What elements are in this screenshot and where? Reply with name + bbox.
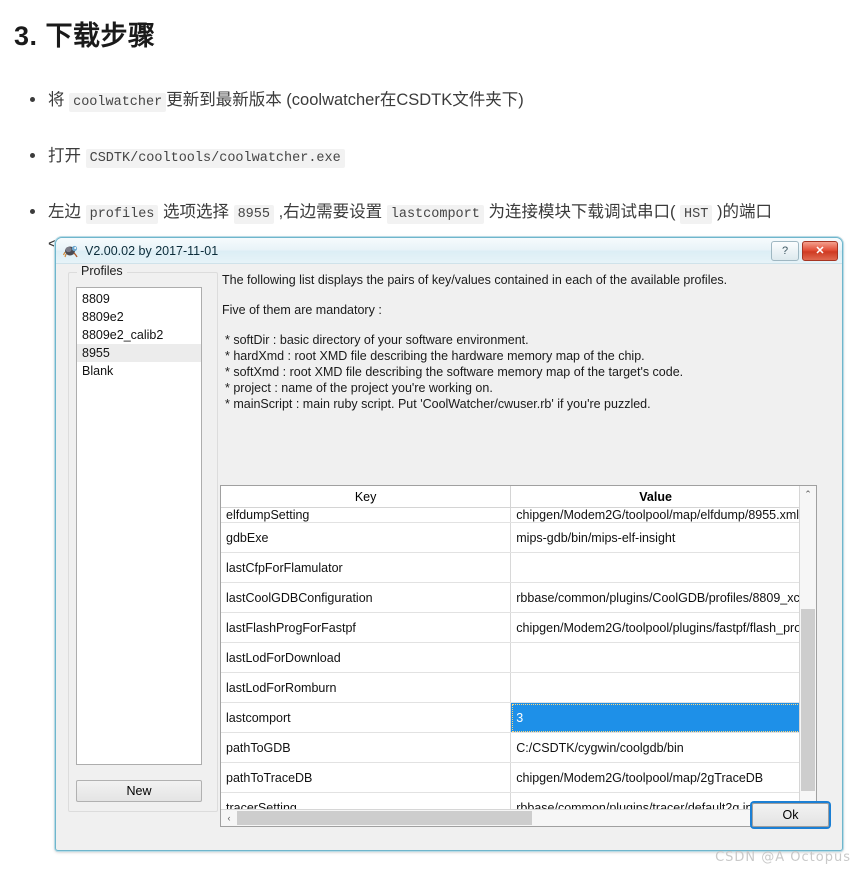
table-cell-key[interactable]: lastLodForRomburn <box>221 672 512 703</box>
bullet-text-mid4: )的端口 <box>712 203 772 221</box>
coolwatcher-dialog: V2.00.02 by 2017-11-01 ? ✕ Profiles 8809… <box>55 237 843 851</box>
page-title: 3. 下载步骤 <box>14 21 156 51</box>
table-row[interactable]: lastFlashProgForFastpf chipgen/Modem2G/to… <box>221 612 801 643</box>
table-cell-key[interactable]: pathToTraceDB <box>221 762 512 793</box>
table-cell-value[interactable]: mips-gdb/bin/mips-elf-insight <box>510 522 801 553</box>
description-line-1: The following list displays the pairs of… <box>222 273 728 287</box>
profile-item-8809e2-calib2[interactable]: 8809e2_calib2 <box>77 326 201 344</box>
table-cell-key[interactable]: lastcomport <box>221 702 512 733</box>
profiles-groupbox: Profiles 8809 8809e2 8809e2_calib2 8955 … <box>68 264 218 812</box>
profiles-legend: Profiles <box>77 264 127 278</box>
help-button[interactable]: ? <box>771 240 799 261</box>
table-row[interactable]: elfdumpSetting chipgen/Modem2G/toolpool/m… <box>221 507 801 523</box>
profile-item-8955[interactable]: 8955 <box>77 344 201 362</box>
close-icon[interactable]: ✕ <box>802 240 838 261</box>
profiles-listbox[interactable]: 8809 8809e2 8809e2_calib2 8955 Blank <box>76 287 202 765</box>
mandatory-item-softdir: * softDir : basic directory of your soft… <box>225 333 529 347</box>
column-header-key[interactable]: Key <box>221 486 512 508</box>
table-row[interactable]: pathToTraceDB chipgen/Modem2G/toolpool/ma… <box>221 762 801 793</box>
inline-code-coolwatcher: coolwatcher <box>69 93 167 112</box>
table-row[interactable]: pathToGDB C:/CSDTK/cygwin/coolgdb/bin <box>221 732 801 763</box>
table-cell-key[interactable]: gdbExe <box>221 522 512 553</box>
table-cell-value[interactable]: chipgen/Modem2G/toolpool/map/elfdump/895… <box>510 507 801 523</box>
table-cell-key[interactable]: lastFlashProgForFastpf <box>221 612 512 643</box>
table-cell-value[interactable]: chipgen/Modem2G/toolpool/map/2gTraceDB <box>510 762 801 793</box>
description-panel: The following list displays the pairs of… <box>222 272 817 412</box>
table-header-row: Key Value <box>221 486 801 508</box>
list-item: 打开 CSDTK/cooltools/coolwatcher.exe <box>30 143 845 172</box>
table-row[interactable]: gdbExe mips-gdb/bin/mips-elf-insight <box>221 522 801 553</box>
table-cell-value[interactable] <box>510 642 801 673</box>
steps-list: 将 coolwatcher 更新到最新版本 (coolwatcher在CSDTK文… <box>14 87 845 257</box>
table-vertical-scrollbar[interactable]: ⌃ ⌄ <box>799 486 816 812</box>
profile-item-8809e2[interactable]: 8809e2 <box>77 308 201 326</box>
table-row[interactable]: lastcomport 3 <box>221 702 801 733</box>
new-profile-button[interactable]: New <box>76 780 202 802</box>
table-row[interactable]: lastCfpForFlamulator <box>221 552 801 583</box>
bullet-text-mid1: 选项选择 <box>158 203 234 221</box>
dialog-titlebar[interactable]: V2.00.02 by 2017-11-01 ? ✕ <box>56 238 842 264</box>
dialog-body: Profiles 8809 8809e2 8809e2_calib2 8955 … <box>56 264 842 849</box>
vertical-scroll-thumb[interactable] <box>801 609 815 791</box>
window-controls: ? ✕ <box>771 240 838 261</box>
table-cell-value[interactable]: 3 <box>510 702 801 733</box>
app-bug-icon <box>62 243 79 259</box>
bullet-text-pre: 打开 <box>48 147 86 165</box>
column-header-value[interactable]: Value <box>510 486 801 508</box>
inline-code-profiles: profiles <box>85 205 159 224</box>
bullet-text-pre: 左边 <box>48 203 86 221</box>
mandatory-item-hardxmd: * hardXmd : root XMD file describing the… <box>225 349 645 363</box>
table-cell-key[interactable]: lastCoolGDBConfiguration <box>221 582 512 613</box>
table-cell-value[interactable] <box>510 552 801 583</box>
inline-code-hst: HST <box>680 205 713 224</box>
profile-item-8809[interactable]: 8809 <box>77 290 201 308</box>
scroll-up-icon[interactable]: ⌃ <box>800 486 816 502</box>
mandatory-list: * softDir : basic directory of your soft… <box>222 332 817 412</box>
profile-item-blank[interactable]: Blank <box>77 362 201 380</box>
article-content: 3. 下载步骤 将 coolwatcher 更新到最新版本 (coolwatche… <box>0 0 859 257</box>
table-row[interactable]: lastCoolGDBConfiguration rbbase/common/pl… <box>221 582 801 613</box>
inline-code-8955: 8955 <box>233 205 274 224</box>
table-row[interactable]: lastLodForDownload <box>221 642 801 673</box>
ok-button[interactable]: Ok <box>752 803 829 827</box>
inline-code-lastcomport: lastcomport <box>386 205 484 224</box>
key-value-table: Key Value elfdumpSetting chipgen/Modem2G/… <box>221 486 801 823</box>
table-cell-value[interactable]: C:/CSDTK/cygwin/coolgdb/bin <box>510 732 801 763</box>
table-cell-value[interactable] <box>510 672 801 703</box>
table-horizontal-scrollbar[interactable]: ‹ › <box>221 809 816 826</box>
mandatory-item-project: * project : name of the project you're w… <box>225 381 493 395</box>
dialog-title: V2.00.02 by 2017-11-01 <box>85 243 219 258</box>
description-line-2: Five of them are mandatory : <box>222 303 382 317</box>
bullet-text-mid3: 为连接模块下载调试串口( <box>483 203 681 221</box>
table-row[interactable]: lastLodForRomburn <box>221 672 801 703</box>
bullet-text-mid: 更新到最新版本 (coolwatcher在CSDTK文件夹下) <box>166 91 524 109</box>
table-cell-value[interactable]: chipgen/Modem2G/toolpool/plugins/fastpf/… <box>510 612 801 643</box>
mandatory-item-mainscript: * mainScript : main ruby script. Put 'Co… <box>225 397 651 411</box>
watermark: CSDN @A Octopus <box>715 850 851 865</box>
bullet-text-pre: 将 <box>48 91 70 109</box>
table-cell-key[interactable]: pathToGDB <box>221 732 512 763</box>
list-item: 将 coolwatcher 更新到最新版本 (coolwatcher在CSDTK文… <box>30 87 845 116</box>
table-cell-value[interactable]: rbbase/common/plugins/CoolGDB/profiles/8… <box>510 582 801 613</box>
mandatory-item-softxmd: * softXmd : root XMD file describing the… <box>225 365 684 379</box>
key-value-table-container: Key Value elfdumpSetting chipgen/Modem2G/… <box>220 485 817 827</box>
bullet-text-mid2: ,右边需要设置 <box>273 203 387 221</box>
table-body: elfdumpSetting chipgen/Modem2G/toolpool/m… <box>221 507 801 823</box>
table-cell-key[interactable]: lastCfpForFlamulator <box>221 552 512 583</box>
horizontal-scroll-thumb[interactable] <box>237 811 532 825</box>
table-cell-key[interactable]: elfdumpSetting <box>221 507 512 523</box>
table-cell-key[interactable]: lastLodForDownload <box>221 642 512 673</box>
scroll-left-icon[interactable]: ‹ <box>221 813 237 823</box>
inline-code-path: CSDTK/cooltools/coolwatcher.exe <box>85 149 345 168</box>
